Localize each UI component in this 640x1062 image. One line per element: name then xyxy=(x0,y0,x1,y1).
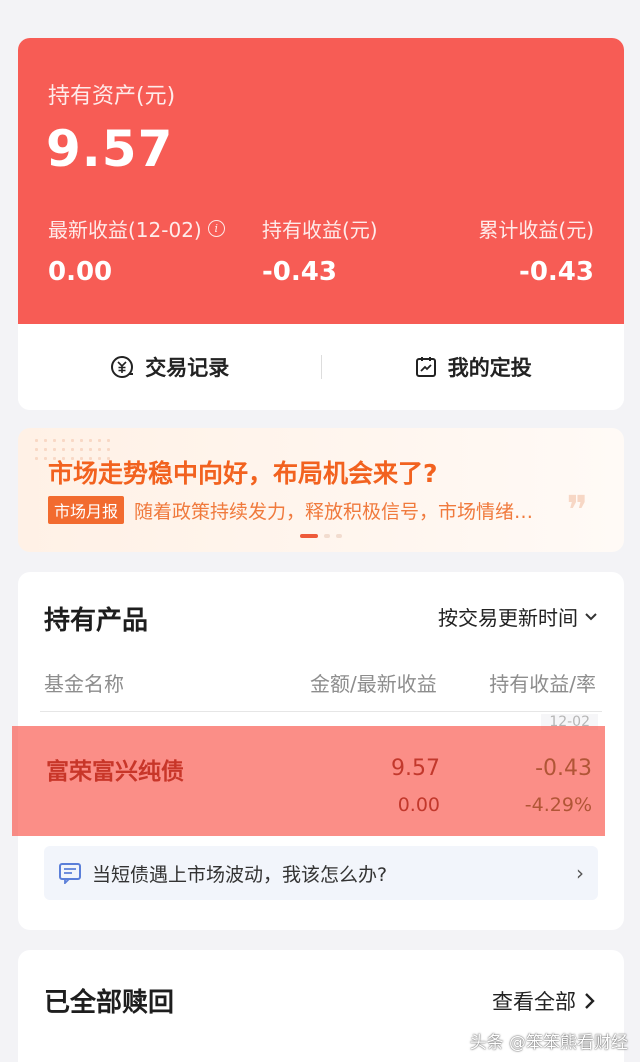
column-header-name: 基金名称 xyxy=(44,672,124,696)
trade-records-label: 交易记录 xyxy=(145,356,230,380)
calendar-trend-icon xyxy=(415,357,436,377)
holdings-card: 持有产品 按交易更新时间 基金名称 金额/最新收益 持有收益/率 12-02 富… xyxy=(18,572,624,930)
banner-text: 随着政策持续发力，释放积极信号，市场情绪… xyxy=(134,500,534,523)
cumulative-income-value: -0.43 xyxy=(519,257,594,287)
my-plans-button[interactable]: 我的定投 xyxy=(322,352,625,382)
view-all-label: 查看全部 xyxy=(492,990,576,1014)
banner-subline: 市场月报 随着政策持续发力，释放积极信号，市场情绪… xyxy=(48,496,533,524)
header-divider xyxy=(40,711,602,712)
assets-label: 持有资产(元) xyxy=(48,84,176,109)
my-plans-label: 我的定投 xyxy=(447,356,532,380)
banner-title: 市场走势稳中向好，布局机会来了? xyxy=(48,459,438,488)
holding-income-value: -0.43 xyxy=(262,257,337,287)
view-all-link[interactable]: 查看全部 xyxy=(492,986,596,1016)
assets-summary[interactable]: 持有资产(元) 9.57 最新收益(12-02) i 0.00 持有收益(元) … xyxy=(18,38,624,324)
column-header-holding: 持有收益/率 xyxy=(489,672,596,696)
stat-latest-income: 最新收益(12-02) i 0.00 xyxy=(48,214,225,287)
redeemed-title: 已全部赎回 xyxy=(44,988,175,1018)
column-header-amount: 金额/最新收益 xyxy=(310,672,437,696)
banner-tag: 市场月报 xyxy=(48,496,125,524)
sort-label: 按交易更新时间 xyxy=(438,606,578,630)
chevron-right-icon xyxy=(585,993,595,1009)
fund-holding-income: -0.43 xyxy=(535,756,592,781)
chevron-down-icon xyxy=(585,612,597,620)
indicator-dot[interactable] xyxy=(324,534,330,538)
latest-income-label: 最新收益(12-02) xyxy=(48,218,202,242)
assets-value: 9.57 xyxy=(46,120,174,178)
stat-holding-income: 持有收益(元) -0.43 xyxy=(262,214,378,287)
holding-income-label: 持有收益(元) xyxy=(262,218,378,242)
cumulative-income-label: 累计收益(元) xyxy=(478,218,594,242)
assets-card: 持有资产(元) 9.57 最新收益(12-02) i 0.00 持有收益(元) … xyxy=(18,38,624,410)
sort-dropdown[interactable]: 按交易更新时间 xyxy=(438,602,598,631)
watermark: 头条 @笨笨熊看财经 xyxy=(469,1033,628,1053)
yuan-clock-icon xyxy=(111,356,134,378)
tip-text: 当短债遇上市场波动，我该怎么办? xyxy=(92,863,388,886)
market-report-banner[interactable]: 市场走势稳中向好，布局机会来了? 市场月报 随着政策持续发力，释放积极信号，市场… xyxy=(18,428,624,552)
stat-cumulative-income: 累计收益(元) -0.43 xyxy=(478,214,594,287)
fund-row[interactable]: 富荣富兴纯债 9.57 0.00 -0.43 -4.29% xyxy=(18,722,624,834)
holdings-title: 持有产品 xyxy=(44,606,149,636)
latest-income-value: 0.00 xyxy=(48,257,113,287)
trade-records-button[interactable]: 交易记录 xyxy=(18,352,321,382)
tip-bar[interactable]: 当短债遇上市场波动，我该怎么办? › xyxy=(44,846,598,900)
fund-name: 富荣富兴纯债 xyxy=(46,759,184,785)
fund-latest-income: 0.00 xyxy=(397,794,440,816)
indicator-dot-active[interactable] xyxy=(300,534,318,538)
message-icon xyxy=(59,863,81,884)
fund-amount: 9.57 xyxy=(391,756,440,781)
quote-icon: ❞ xyxy=(566,488,588,534)
info-icon[interactable]: i xyxy=(207,220,225,237)
indicator-dot[interactable] xyxy=(336,534,342,538)
fund-holding-rate: -4.29% xyxy=(524,794,592,816)
banner-indicators xyxy=(18,534,624,538)
chevron-right-icon: › xyxy=(576,861,584,885)
assets-actions: 交易记录 我的定投 xyxy=(18,324,624,410)
